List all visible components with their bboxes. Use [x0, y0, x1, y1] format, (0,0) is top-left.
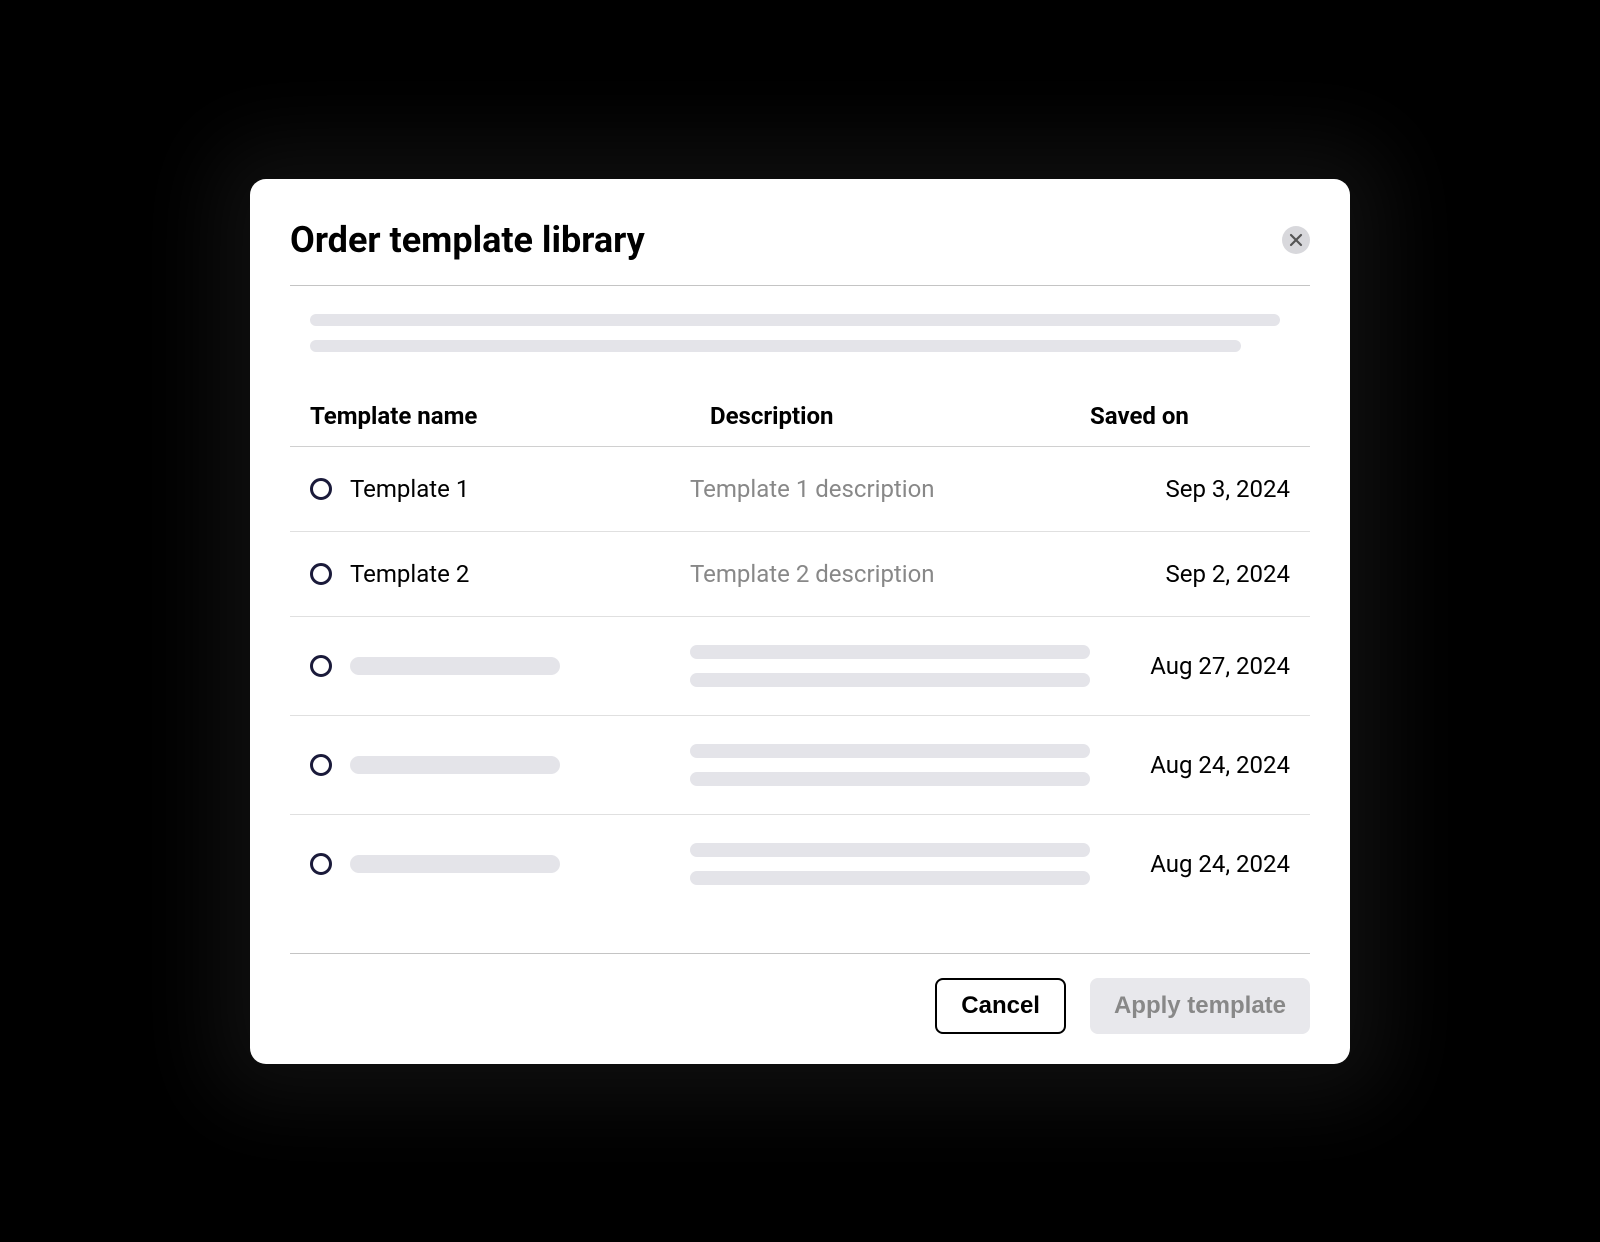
template-name-cell: Template 1: [310, 475, 690, 503]
template-saved-date: Aug 24, 2024: [1110, 751, 1290, 779]
placeholder-line: [690, 871, 1090, 885]
template-table: Template name Description Saved on Templ…: [290, 386, 1310, 913]
template-description: [690, 843, 1110, 885]
template-name: Template 2: [350, 560, 469, 588]
placeholder-name: [350, 756, 560, 774]
column-header-name: Template name: [310, 402, 710, 430]
template-saved-date: Sep 2, 2024: [1110, 560, 1290, 588]
intro-placeholder: [290, 286, 1310, 386]
table-row[interactable]: Aug 24, 2024: [290, 716, 1310, 815]
table-header-row: Template name Description Saved on: [290, 386, 1310, 447]
placeholder-line: [690, 744, 1090, 758]
placeholder-line: [690, 673, 1090, 687]
template-saved-date: Aug 24, 2024: [1110, 850, 1290, 878]
column-header-description: Description: [710, 402, 1090, 430]
table-row[interactable]: Template 2 Template 2 description Sep 2,…: [290, 532, 1310, 617]
template-name-cell: [310, 655, 690, 677]
radio-select[interactable]: [310, 754, 332, 776]
apply-template-button[interactable]: Apply template: [1090, 978, 1310, 1034]
placeholder-line: [690, 843, 1090, 857]
template-saved-date: Sep 3, 2024: [1110, 475, 1290, 503]
placeholder-name: [350, 855, 560, 873]
template-name-cell: [310, 754, 690, 776]
placeholder-line: [690, 772, 1090, 786]
placeholder-name: [350, 657, 560, 675]
template-saved-date: Aug 27, 2024: [1110, 652, 1290, 680]
template-description: [690, 744, 1110, 786]
radio-select[interactable]: [310, 655, 332, 677]
template-name-cell: [310, 853, 690, 875]
cancel-button[interactable]: Cancel: [935, 978, 1066, 1034]
modal-title: Order template library: [290, 219, 645, 261]
close-button[interactable]: [1282, 226, 1310, 254]
table-row[interactable]: Aug 27, 2024: [290, 617, 1310, 716]
radio-select[interactable]: [310, 563, 332, 585]
order-template-modal: Order template library Template name Des…: [250, 179, 1350, 1064]
template-description: Template 1 description: [690, 475, 1110, 503]
modal-header: Order template library: [290, 219, 1310, 286]
radio-select[interactable]: [310, 853, 332, 875]
template-name-cell: Template 2: [310, 560, 690, 588]
table-row[interactable]: Aug 24, 2024: [290, 815, 1310, 913]
placeholder-line: [310, 340, 1241, 352]
template-description: Template 2 description: [690, 560, 1110, 588]
placeholder-line: [310, 314, 1280, 326]
close-icon: [1289, 233, 1303, 247]
column-header-saved-on: Saved on: [1090, 402, 1290, 430]
radio-select[interactable]: [310, 478, 332, 500]
template-description: [690, 645, 1110, 687]
modal-footer: Cancel Apply template: [290, 953, 1310, 1034]
table-row[interactable]: Template 1 Template 1 description Sep 3,…: [290, 447, 1310, 532]
template-name: Template 1: [350, 475, 469, 503]
placeholder-line: [690, 645, 1090, 659]
